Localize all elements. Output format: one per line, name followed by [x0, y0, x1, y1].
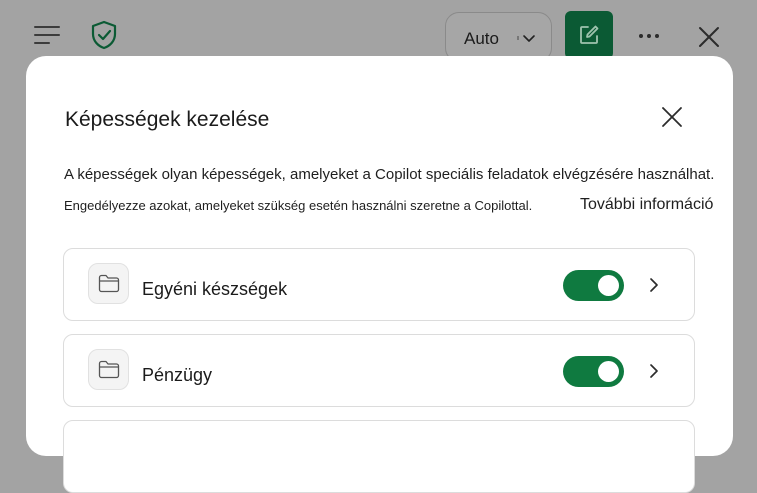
dialog-description: A képességek olyan képességek, amelyeket…: [64, 166, 715, 183]
dropdown-separator: [517, 36, 519, 40]
model-select-dropdown[interactable]: Auto: [445, 12, 552, 62]
shield-check-icon[interactable]: [90, 20, 118, 50]
manage-skills-dialog: Képességek kezelése A képességek olyan k…: [26, 56, 733, 493]
dialog-description-secondary: Engedélyezze azokat, amelyeket szükség e…: [64, 198, 533, 213]
toggle-knob: [598, 275, 619, 296]
chevron-down-icon: [522, 31, 536, 45]
skill-card-partial[interactable]: [63, 420, 695, 493]
dialog-close-icon[interactable]: [660, 105, 684, 129]
folder-icon: [88, 349, 129, 390]
skill-toggle-switch[interactable]: [563, 270, 624, 301]
model-select-value: Auto: [464, 29, 499, 48]
compose-icon: [580, 25, 599, 44]
dialog-title: Képességek kezelése: [65, 108, 270, 131]
skill-name: Egyéni készségek: [142, 279, 288, 299]
skill-name: Pénzügy: [142, 365, 213, 385]
chevron-right-icon[interactable]: [647, 277, 661, 293]
close-window-icon[interactable]: [697, 25, 721, 49]
new-chat-button[interactable]: [565, 11, 613, 59]
skill-toggle-switch[interactable]: [563, 356, 624, 387]
hamburger-menu-icon[interactable]: [33, 24, 61, 46]
more-options-icon[interactable]: [637, 26, 661, 46]
learn-more-link[interactable]: További információ: [580, 196, 713, 214]
toggle-knob: [598, 361, 619, 382]
skill-card-finance[interactable]: Pénzügy: [63, 334, 695, 407]
chevron-right-icon[interactable]: [647, 363, 661, 379]
folder-icon: [88, 263, 129, 304]
skill-card-custom-skills[interactable]: Egyéni készségek: [63, 248, 695, 321]
